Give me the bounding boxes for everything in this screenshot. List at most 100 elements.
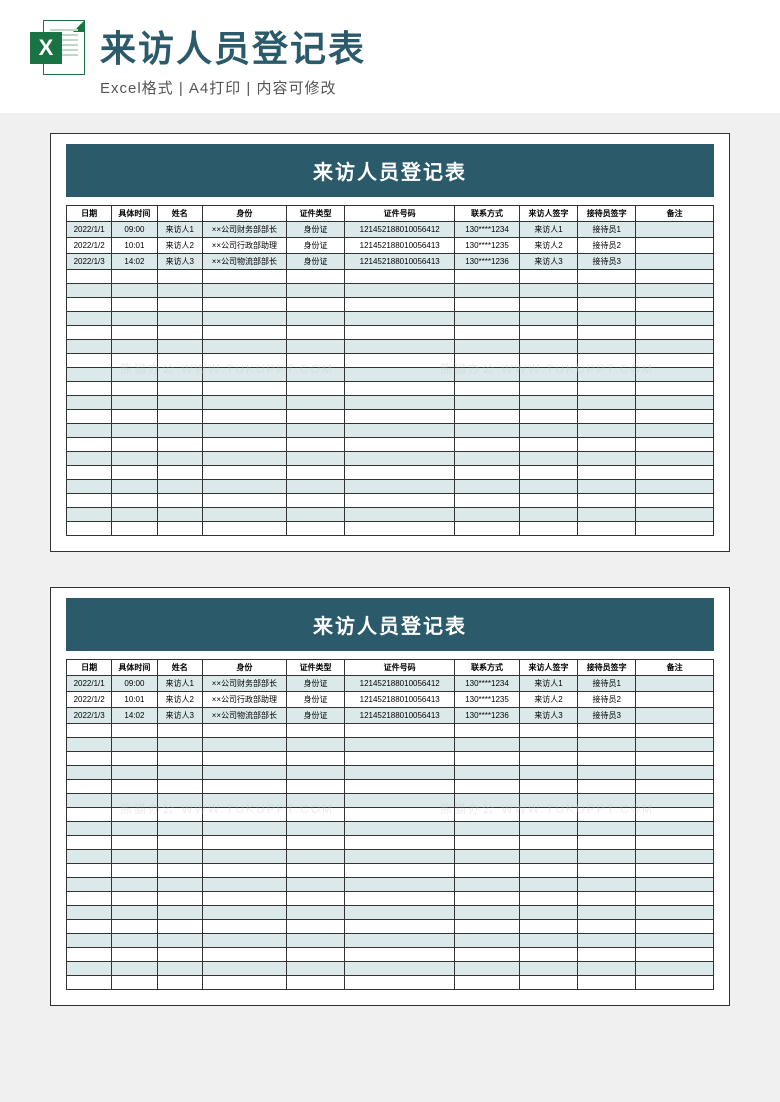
table-row	[67, 794, 714, 808]
table-cell	[345, 878, 455, 892]
table-cell	[345, 724, 455, 738]
table-cell	[345, 466, 455, 480]
table-cell	[455, 494, 520, 508]
column-header: 日期	[67, 206, 112, 222]
table-cell: 身份证	[286, 676, 344, 692]
table-row	[67, 752, 714, 766]
table-cell	[455, 948, 520, 962]
table-cell	[202, 452, 286, 466]
table-cell	[157, 766, 202, 780]
table-row	[67, 738, 714, 752]
table-cell	[67, 850, 112, 864]
table-cell: 来访人3	[157, 254, 202, 270]
table-cell	[636, 808, 714, 822]
table-cell	[157, 298, 202, 312]
table-cell	[67, 312, 112, 326]
table-cell	[519, 438, 577, 452]
table-row	[67, 724, 714, 738]
table-cell	[202, 438, 286, 452]
table-cell	[455, 780, 520, 794]
table-cell	[636, 794, 714, 808]
table-cell: 2022/1/1	[67, 676, 112, 692]
table-cell: 接待员1	[578, 676, 636, 692]
table-cell	[636, 368, 714, 382]
table-cell	[636, 452, 714, 466]
table-cell	[455, 396, 520, 410]
sheet-title: 来访人员登记表	[66, 144, 714, 197]
table-cell: 来访人2	[519, 692, 577, 708]
table-cell	[636, 752, 714, 766]
table-cell	[112, 808, 157, 822]
table-cell	[112, 920, 157, 934]
table-row	[67, 396, 714, 410]
table-cell	[112, 410, 157, 424]
table-cell	[112, 452, 157, 466]
table-cell: 接待员3	[578, 708, 636, 724]
table-cell	[455, 270, 520, 284]
column-header: 备注	[636, 206, 714, 222]
table-row	[67, 480, 714, 494]
table-cell: 接待员1	[578, 222, 636, 238]
table-cell	[157, 878, 202, 892]
table-cell	[345, 298, 455, 312]
table-cell	[157, 850, 202, 864]
table-row: 2022/1/210:01来访人2××公司行政部助理身份证12145218801…	[67, 692, 714, 708]
table-cell	[202, 738, 286, 752]
table-cell	[519, 892, 577, 906]
table-cell	[157, 920, 202, 934]
table-cell	[636, 410, 714, 424]
table-cell	[112, 354, 157, 368]
table-cell	[286, 836, 344, 850]
table-cell	[636, 222, 714, 238]
table-cell	[112, 270, 157, 284]
table-cell	[286, 522, 344, 536]
table-cell: 130****1235	[455, 238, 520, 254]
table-cell	[345, 808, 455, 822]
column-header: 身份	[202, 660, 286, 676]
table-cell	[157, 340, 202, 354]
table-cell	[578, 382, 636, 396]
table-cell	[578, 466, 636, 480]
table-cell	[202, 522, 286, 536]
table-cell	[519, 920, 577, 934]
table-cell	[636, 522, 714, 536]
table-cell	[157, 948, 202, 962]
table-row	[67, 466, 714, 480]
table-cell	[578, 780, 636, 794]
table-cell	[519, 508, 577, 522]
table-cell	[455, 452, 520, 466]
table-cell	[112, 738, 157, 752]
table-row	[67, 270, 714, 284]
table-row	[67, 962, 714, 976]
table-cell: 来访人2	[157, 692, 202, 708]
table-cell	[112, 326, 157, 340]
table-cell	[636, 780, 714, 794]
table-cell: 来访人2	[519, 238, 577, 254]
table-cell	[112, 850, 157, 864]
table-cell: 10:01	[112, 238, 157, 254]
table-cell: 来访人3	[157, 708, 202, 724]
table-cell	[455, 934, 520, 948]
column-header: 具体时间	[112, 660, 157, 676]
page-header: X 来访人员登记表 Excel格式 | A4打印 | 内容可修改	[0, 0, 780, 113]
table-cell	[455, 410, 520, 424]
table-cell	[112, 724, 157, 738]
table-cell: 2022/1/2	[67, 238, 112, 254]
table-cell	[202, 850, 286, 864]
table-cell	[112, 382, 157, 396]
table-row	[67, 312, 714, 326]
column-header: 备注	[636, 660, 714, 676]
table-cell	[112, 836, 157, 850]
table-cell	[345, 396, 455, 410]
table-row	[67, 368, 714, 382]
table-cell	[345, 382, 455, 396]
table-cell	[636, 934, 714, 948]
table-cell	[67, 752, 112, 766]
table-cell	[455, 326, 520, 340]
table-cell	[455, 864, 520, 878]
table-cell	[67, 452, 112, 466]
table-cell	[578, 424, 636, 438]
table-cell	[345, 766, 455, 780]
table-cell	[455, 822, 520, 836]
table-cell	[67, 368, 112, 382]
